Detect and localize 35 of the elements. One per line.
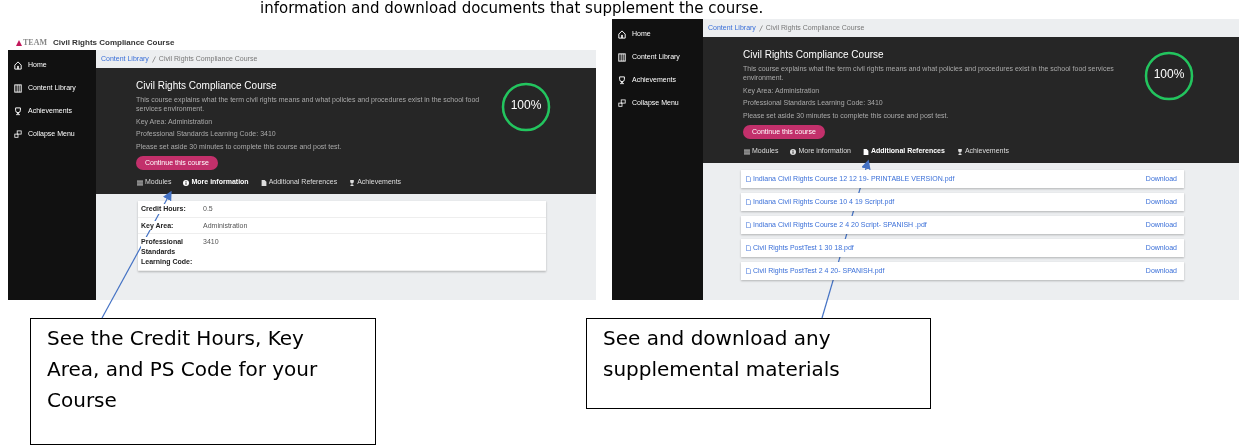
progress-ring <box>501 82 551 132</box>
windows-icon <box>14 130 22 139</box>
course-title: Civil Rights Compliance Course <box>136 79 278 93</box>
logo-mark-icon <box>16 40 22 46</box>
trophy-icon <box>349 179 356 186</box>
document-icon <box>260 179 267 186</box>
progress-percent: 100% <box>1152 68 1186 80</box>
file-icon <box>746 267 751 274</box>
callout-box: See the Credit Hours, Key Area, and PS Code for your Course <box>30 318 376 445</box>
trophy-icon <box>618 76 626 85</box>
info-icon <box>790 148 797 155</box>
file-icon <box>746 221 751 228</box>
book-icon <box>14 84 22 93</box>
document-icon <box>863 148 869 155</box>
slash-icon <box>151 55 156 63</box>
book-icon <box>618 53 626 62</box>
list-icon <box>744 148 750 155</box>
house-icon <box>14 61 22 70</box>
slash-icon <box>758 24 763 32</box>
course-title: Civil Rights Compliance Course <box>743 48 885 62</box>
progress-percent: 100% <box>509 99 543 111</box>
house-icon <box>618 30 626 39</box>
file-icon <box>746 244 751 251</box>
app-title: Civil Rights Compliance Course <box>53 37 175 49</box>
trophy-icon <box>14 107 22 116</box>
file-icon <box>746 175 751 182</box>
callout-box: See and download any supplemental materials <box>586 318 931 409</box>
info-icon <box>183 179 190 186</box>
heading-text: information and download documents that supplement the course. <box>260 0 764 18</box>
windows-icon <box>618 99 626 108</box>
logo-text: TEAM <box>23 37 47 49</box>
list-icon <box>137 179 143 186</box>
file-icon <box>746 198 751 205</box>
progress-ring <box>1144 51 1194 101</box>
trophy-icon <box>956 148 963 155</box>
